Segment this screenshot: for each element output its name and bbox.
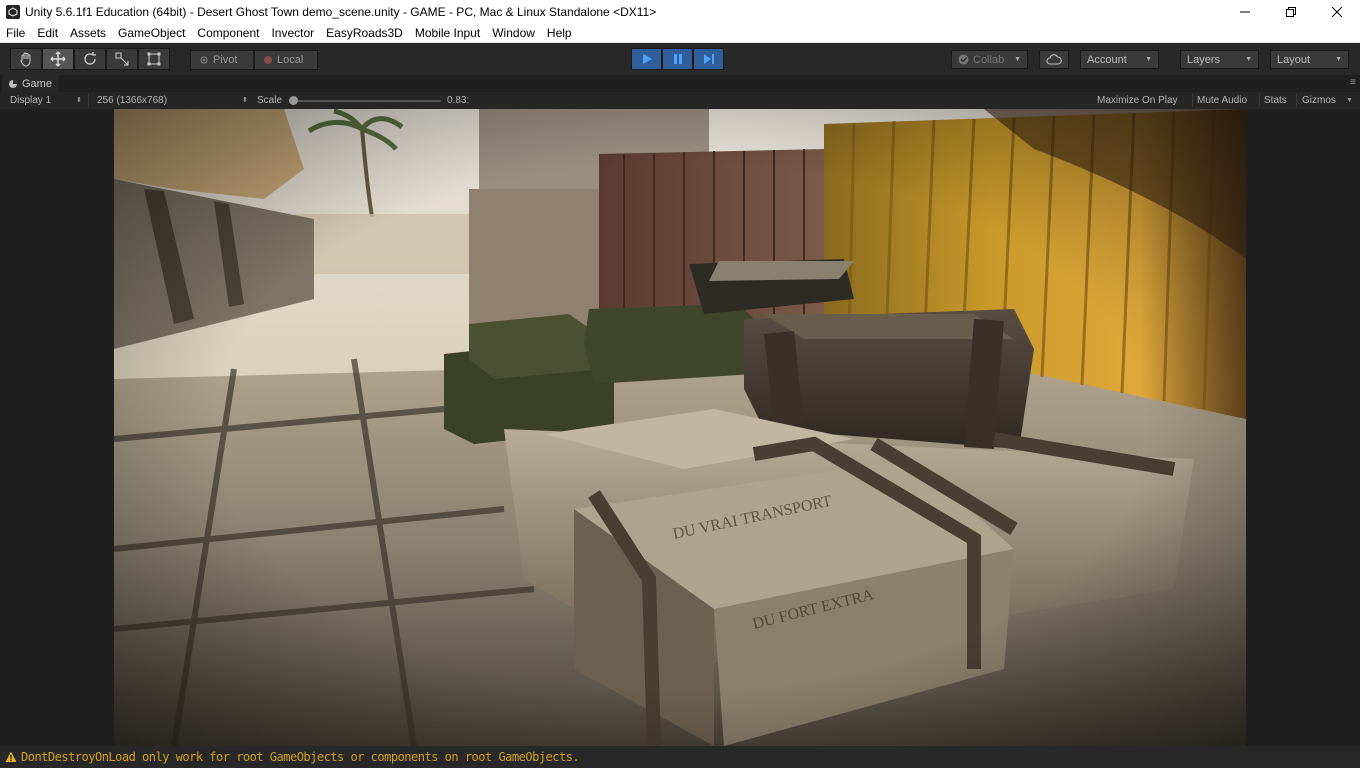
gizmos-toggle[interactable]: Gizmos <box>1302 92 1336 109</box>
pause-button[interactable] <box>662 48 693 70</box>
step-button[interactable] <box>693 48 724 70</box>
pivot-label: Pivot <box>213 54 238 66</box>
menu-help[interactable]: Help <box>541 23 578 43</box>
resolution-select[interactable]: 256 (1366x768) <box>97 92 167 109</box>
close-icon <box>1332 6 1342 17</box>
local-button[interactable]: Local <box>254 50 318 70</box>
game-viewport[interactable]: DU VRAI TRANSPORT DU FORT EXTRA <box>114 109 1246 746</box>
transform-tools <box>10 48 170 70</box>
display-select[interactable]: Display 1 <box>10 92 51 109</box>
maximize-on-play-toggle[interactable]: Maximize On Play <box>1097 92 1178 109</box>
game-tab-icon <box>9 79 17 88</box>
layers-dropdown[interactable]: Layers ▼ <box>1180 50 1259 69</box>
minimize-icon <box>1240 11 1250 12</box>
collab-label: Collab <box>973 53 1005 66</box>
scale-value: 0.83: <box>447 95 470 106</box>
close-button[interactable] <box>1314 0 1360 23</box>
play-icon <box>642 54 652 64</box>
chevron-down-icon: ▼ <box>1014 56 1021 63</box>
console-message: DontDestroyOnLoad only work for root Gam… <box>21 750 580 764</box>
pivot-toggle-group: Pivot Local <box>190 50 318 72</box>
layout-dropdown[interactable]: Layout ▼ <box>1270 50 1349 69</box>
restore-icon <box>1286 6 1296 17</box>
chevron-down-icon: ▼ <box>1145 56 1152 63</box>
pause-icon <box>673 54 682 64</box>
scale-label: Scale <box>257 95 283 106</box>
menu-bar: File Edit Assets GameObject Component In… <box>0 23 1360 43</box>
scale-tool-icon <box>115 52 129 66</box>
rotate-tool-button[interactable] <box>74 48 106 70</box>
window-title: Unity 5.6.1f1 Education (64bit) - Desert… <box>25 4 657 19</box>
pivot-button[interactable]: Pivot <box>190 50 254 70</box>
collab-check-icon <box>958 54 969 65</box>
scale-tool-button[interactable] <box>106 48 138 70</box>
move-tool-icon <box>50 51 66 67</box>
mute-audio-toggle[interactable]: Mute Audio <box>1197 92 1247 109</box>
layout-label: Layout <box>1277 53 1311 66</box>
game-scene-render: DU VRAI TRANSPORT DU FORT EXTRA <box>114 109 1246 746</box>
layers-label: Layers <box>1187 53 1221 66</box>
cloud-button[interactable] <box>1039 50 1069 69</box>
menu-gameobject[interactable]: GameObject <box>112 23 191 43</box>
play-button[interactable] <box>631 48 662 70</box>
account-dropdown[interactable]: Account ▼ <box>1080 50 1159 69</box>
rect-tool-icon <box>147 52 161 66</box>
pivot-icon <box>200 56 208 64</box>
local-icon <box>264 56 272 64</box>
console-status-bar[interactable]: DontDestroyOnLoad only work for root Gam… <box>0 746 1360 768</box>
game-tab-bar: Game ≡ <box>0 75 1360 92</box>
chevron-down-icon: ⬍ <box>76 97 82 104</box>
window-titlebar: Unity 5.6.1f1 Education (64bit) - Desert… <box>0 0 1360 23</box>
game-view-toolbar: Display 1 ⬍ 256 (1366x768) ⬍ Scale 0.83:… <box>0 92 1360 109</box>
menu-mobile-input[interactable]: Mobile Input <box>409 23 486 43</box>
game-tab-label: Game <box>22 77 52 90</box>
account-label: Account <box>1087 53 1127 66</box>
chevron-down-icon: ▼ <box>1346 97 1353 104</box>
menu-easyroads3d[interactable]: EasyRoads3D <box>320 23 409 43</box>
tab-menu-icon[interactable]: ≡ <box>1350 77 1356 88</box>
tab-game[interactable]: Game <box>2 75 58 92</box>
menu-invector[interactable]: Invector <box>265 23 320 43</box>
chevron-down-icon: ⬍ <box>242 97 248 104</box>
collab-dropdown[interactable]: Collab ▼ <box>951 50 1028 69</box>
hand-tool-icon <box>20 52 31 67</box>
main-toolbar: Pivot Local Collab ▼ Account ▼ Layers ▼ <box>0 43 1360 75</box>
scale-slider[interactable] <box>289 96 441 105</box>
local-label: Local <box>277 54 304 66</box>
rotate-tool-icon <box>84 52 96 65</box>
hand-tool-button[interactable] <box>10 48 42 70</box>
chevron-down-icon: ▼ <box>1335 56 1342 63</box>
warning-icon <box>5 751 17 762</box>
restore-button[interactable] <box>1268 0 1314 23</box>
minimize-button[interactable] <box>1222 0 1268 23</box>
menu-file[interactable]: File <box>0 23 31 43</box>
menu-assets[interactable]: Assets <box>64 23 112 43</box>
menu-window[interactable]: Window <box>486 23 541 43</box>
step-icon <box>703 54 714 64</box>
stats-toggle[interactable]: Stats <box>1264 92 1287 109</box>
cloud-icon <box>1046 54 1062 65</box>
move-tool-button[interactable] <box>42 48 74 70</box>
playback-controls <box>631 48 724 70</box>
unity-logo-icon <box>6 4 20 19</box>
menu-component[interactable]: Component <box>191 23 265 43</box>
scale-slider-knob[interactable] <box>289 96 298 105</box>
chevron-down-icon: ▼ <box>1245 56 1252 63</box>
menu-edit[interactable]: Edit <box>31 23 64 43</box>
rect-tool-button[interactable] <box>138 48 170 70</box>
